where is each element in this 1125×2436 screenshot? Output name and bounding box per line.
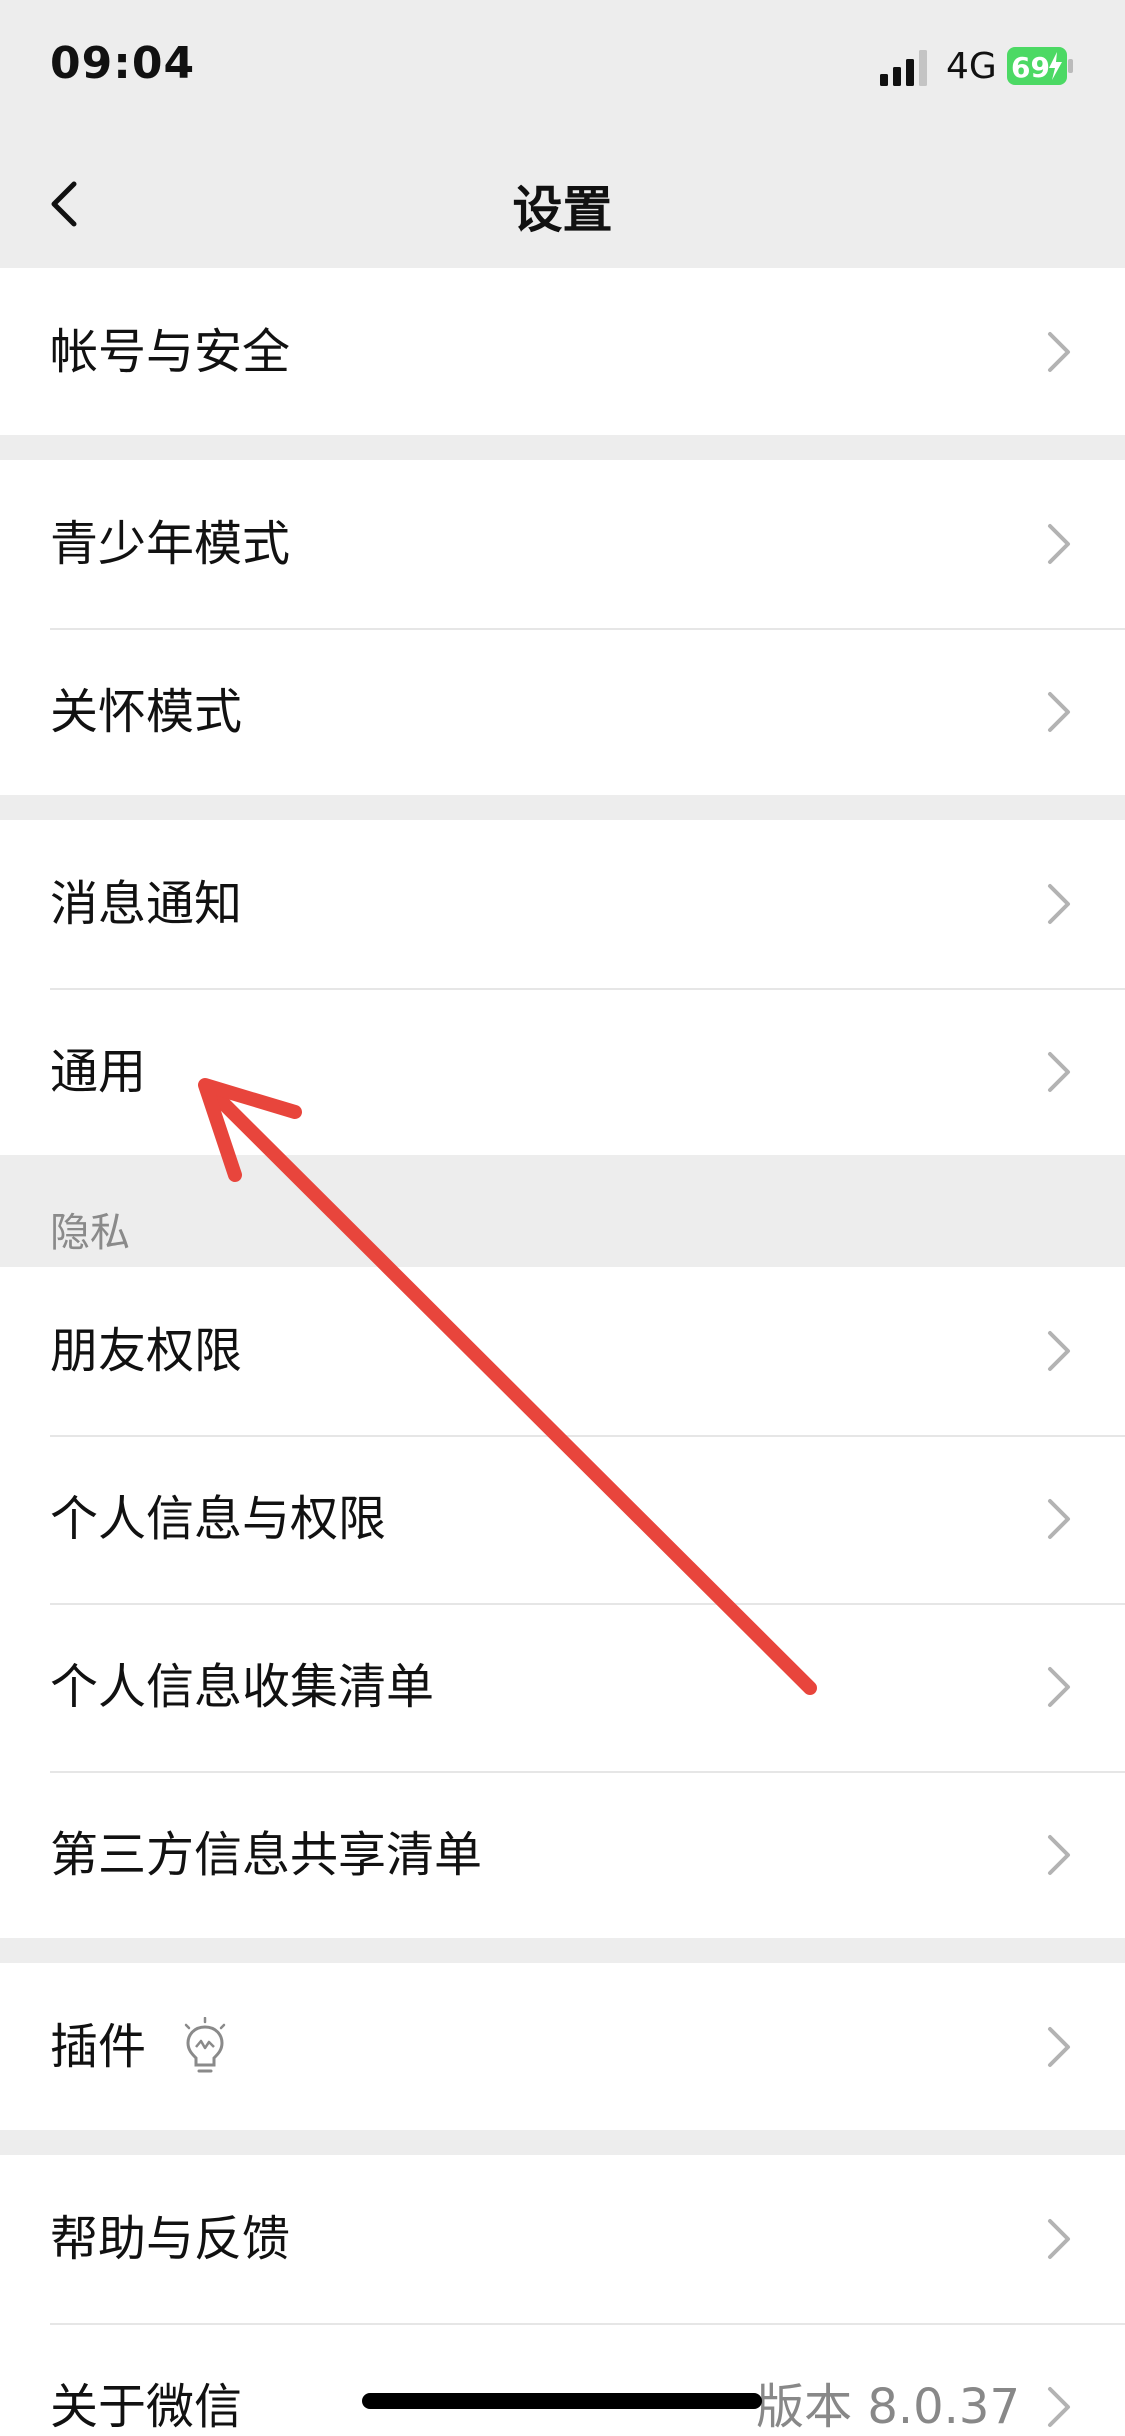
settings-group-modes: 青少年模式 关怀模式 [0, 460, 1125, 795]
row-divider [50, 988, 1125, 990]
chevron-right-icon [1048, 1331, 1070, 1371]
plugins-item[interactable]: 插件 [0, 1963, 1125, 2131]
chevron-right-icon [1048, 1667, 1070, 1707]
settings-item-label: 关于微信 [50, 2379, 243, 2435]
version-value: 版本 8.0.37 [756, 2379, 1020, 2435]
settings-item-label: 青少年模式 [50, 516, 291, 572]
settings-group-account: 帐号与安全 [0, 268, 1125, 435]
friend-permissions-item[interactable]: 朋友权限 [0, 1267, 1125, 1435]
settings-item-label: 通用 [50, 1044, 147, 1100]
settings-group-notifications: 消息通知 通用 [0, 820, 1125, 1155]
settings-group-plugins: 插件 [0, 1963, 1125, 2130]
battery-icon: 69 [1007, 47, 1073, 85]
third-party-sharing-item[interactable]: 第三方信息共享清单 [0, 1771, 1125, 1939]
network-type: 4G [946, 46, 997, 87]
signal-icon [880, 50, 927, 86]
settings-item-label: 个人信息收集清单 [50, 1659, 435, 1715]
lightbulb-icon [184, 2017, 226, 2073]
settings-item-label: 帐号与安全 [50, 324, 291, 380]
about-wechat-item[interactable]: 关于微信 版本 8.0.37 [0, 2323, 1125, 2436]
settings-item-label: 帮助与反馈 [50, 2211, 291, 2267]
chevron-right-icon [1048, 1499, 1070, 1539]
chevron-right-icon [1048, 1052, 1070, 1092]
battery-level: 69 [1011, 51, 1050, 84]
nav-bar: 设置 [0, 140, 1125, 268]
chevron-right-icon [1048, 2387, 1070, 2427]
page-title: 设置 [512, 181, 613, 239]
personal-info-permissions-item[interactable]: 个人信息与权限 [0, 1435, 1125, 1603]
home-indicator [362, 2393, 762, 2409]
help-feedback-item[interactable]: 帮助与反馈 [0, 2155, 1125, 2323]
settings-group-privacy: 朋友权限 个人信息与权限 个人信息收集清单 第三方信息共享清单 [0, 1267, 1125, 1938]
chevron-right-icon [1048, 1835, 1070, 1875]
chevron-right-icon [1048, 332, 1070, 372]
account-security-item[interactable]: 帐号与安全 [0, 268, 1125, 436]
settings-item-label: 个人信息与权限 [50, 1491, 387, 1547]
chevron-right-icon [1048, 884, 1070, 924]
personal-info-collection-item[interactable]: 个人信息收集清单 [0, 1603, 1125, 1771]
chevron-right-icon [1048, 524, 1070, 564]
settings-item-label: 关怀模式 [50, 684, 243, 740]
chevron-right-icon [1048, 692, 1070, 732]
settings-item-label: 插件 [50, 2019, 147, 2075]
teen-mode-item[interactable]: 青少年模式 [0, 460, 1125, 628]
status-time: 09:04 [50, 38, 196, 89]
care-mode-item[interactable]: 关怀模式 [0, 628, 1125, 796]
settings-item-label: 第三方信息共享清单 [50, 1827, 483, 1883]
chevron-right-icon [1048, 2219, 1070, 2259]
chevron-right-icon [1048, 2027, 1070, 2067]
section-header-privacy: 隐私 [50, 1210, 130, 1256]
general-item[interactable]: 通用 [0, 988, 1125, 1156]
settings-item-label: 朋友权限 [50, 1323, 243, 1379]
status-bar: 09:04 4G 69 [0, 0, 1125, 140]
notifications-item[interactable]: 消息通知 [0, 820, 1125, 988]
settings-item-label: 消息通知 [50, 876, 243, 932]
